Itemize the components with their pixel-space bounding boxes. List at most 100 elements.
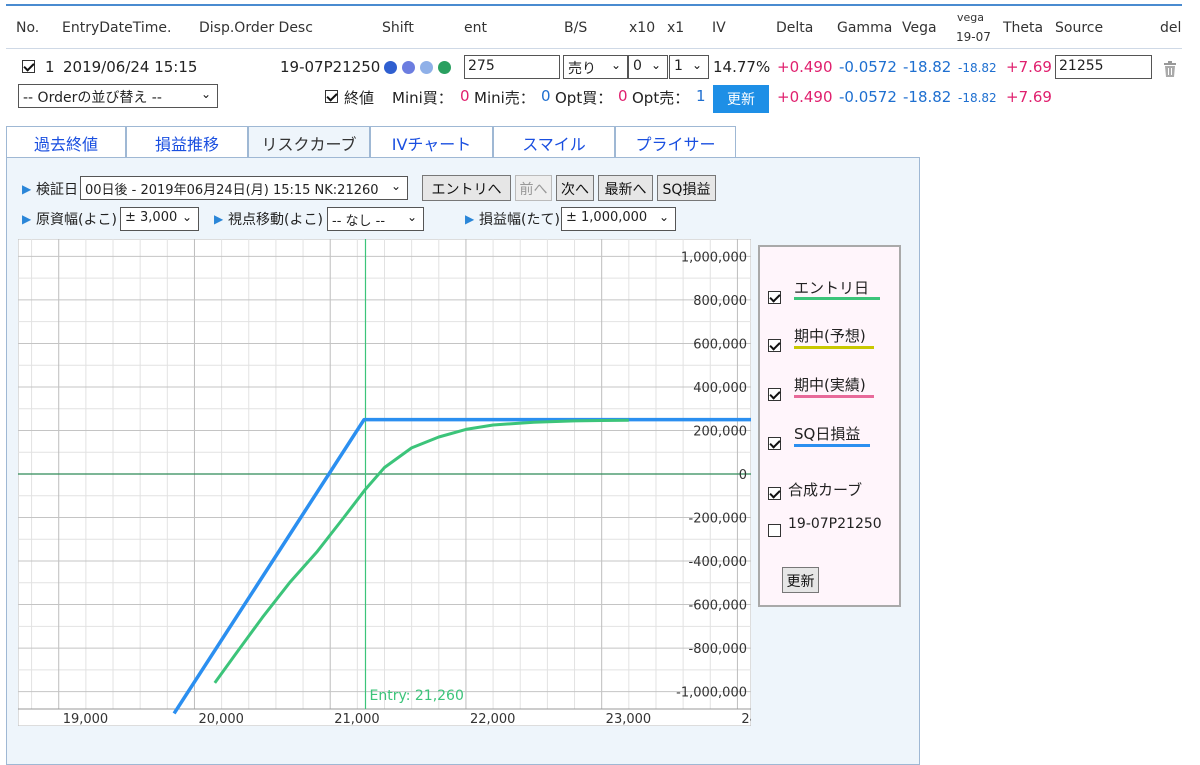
mini-buy-count: 0 xyxy=(460,87,470,105)
legend-composite-label: 合成カーブ xyxy=(788,481,863,499)
header-shift: Shift xyxy=(382,20,414,36)
trash-icon[interactable] xyxy=(1163,61,1176,77)
risk-curve-chart[interactable]: 1,000,000 800,000 600,000 400,000 200,000 0 -2… xyxy=(18,239,751,726)
chevron-down-icon: ⌄ xyxy=(181,210,192,224)
header-bs: B/S xyxy=(564,20,588,36)
mini-sell-count: 0 xyxy=(541,87,551,105)
tab-bar: 過去終値 損益推移 リスクカーブ IVチャート スマイル プライサー xyxy=(6,126,736,158)
verify-label: 検証日 xyxy=(36,182,78,198)
mini-sell-label: Mini売： xyxy=(474,89,535,107)
verify-date-select[interactable]: 00日後 - 2019年06月24日(月) 15:15 NK:21260 ⌄ xyxy=(80,176,408,200)
to-entry-button[interactable]: エントリへ xyxy=(422,175,511,201)
shift-reset-icon[interactable] xyxy=(420,61,433,74)
legend-sq-checkbox[interactable] xyxy=(768,437,781,450)
legend-option-label: 19-07P21250 xyxy=(788,516,882,532)
header-gamma: Gamma xyxy=(837,20,893,36)
header-desc: Disp.Order Desc xyxy=(199,20,313,36)
header-divider xyxy=(6,48,1182,49)
header-ent: ent xyxy=(464,20,487,36)
table-top-border xyxy=(6,4,1182,6)
y-tick-label: 800,000 xyxy=(693,294,747,309)
bs-value: 売り xyxy=(568,61,596,77)
row-vega-sub: -18.82 xyxy=(958,61,997,75)
legend-option-checkbox[interactable] xyxy=(768,524,781,537)
sum-vega-sub: -18.82 xyxy=(958,91,997,105)
x10-select[interactable]: 0 ⌄ xyxy=(628,55,668,79)
x-tick-label: 22,000 xyxy=(470,712,516,726)
order-sort-select[interactable]: -- Orderの並び替え -- ⌄ xyxy=(18,84,218,108)
chevron-down-icon: ⌄ xyxy=(406,210,417,224)
legend-update-button[interactable]: 更新 xyxy=(782,567,819,593)
legend-entry-checkbox[interactable] xyxy=(768,291,781,304)
sum-vega: -18.82 xyxy=(903,88,952,106)
underlying-range-value: ± 3,000 xyxy=(125,210,178,225)
legend-expected-checkbox[interactable] xyxy=(768,339,781,352)
bs-select[interactable]: 売り ⌄ xyxy=(563,55,628,79)
close-checkbox[interactable] xyxy=(325,90,338,103)
chevron-down-icon: ⌄ xyxy=(200,87,211,101)
shift-down-icon[interactable] xyxy=(402,61,415,74)
legend-composite-checkbox[interactable] xyxy=(768,487,781,500)
legend-expected-label: 期中(予想) xyxy=(794,327,866,345)
update-button[interactable]: 更新 xyxy=(713,85,769,113)
shift-up-icon[interactable] xyxy=(384,61,397,74)
header-x1: x1 xyxy=(667,20,685,36)
row-delta: +0.490 xyxy=(777,58,833,76)
y-tick-label: -1,000,000 xyxy=(676,686,747,701)
tab-smile[interactable]: スマイル xyxy=(493,126,615,157)
legend-entry-swatch xyxy=(794,297,880,300)
x10-value: 0 xyxy=(633,58,642,74)
tab-past-close[interactable]: 過去終値 xyxy=(6,126,126,157)
tab-pl-history[interactable]: 損益推移 xyxy=(126,126,248,157)
viewpoint-select[interactable]: -- なし -- ⌄ xyxy=(327,207,424,231)
x1-select[interactable]: 1 ⌄ xyxy=(669,55,709,79)
source-input[interactable]: 21255 xyxy=(1055,55,1152,79)
x-tick-label: 24,00 xyxy=(741,712,751,726)
header-vega-small: vega xyxy=(957,11,985,24)
pl-range-select[interactable]: ± 1,000,000 ⌄ xyxy=(561,207,676,231)
y-tick-label: -800,000 xyxy=(689,642,747,657)
prev-button[interactable]: 前へ xyxy=(515,175,552,201)
sq-pl-button[interactable]: SQ損益 xyxy=(657,175,716,201)
row-desc: 19-07P21250 xyxy=(280,58,381,76)
row-datetime: 2019/06/24 15:15 xyxy=(63,58,198,76)
entry-annotation: Entry: 21,260 xyxy=(369,688,463,704)
legend-sq-swatch xyxy=(794,444,870,447)
legend-actual-swatch xyxy=(794,395,874,398)
y-tick-label: 1,000,000 xyxy=(681,250,747,265)
underlying-range-select[interactable]: ± 3,000 ⌄ xyxy=(120,207,199,231)
viewpoint-arrow-icon: ▶ xyxy=(214,212,224,226)
legend-expected-swatch xyxy=(794,346,874,349)
x-tick-label: 20,000 xyxy=(198,712,244,726)
sum-delta: +0.490 xyxy=(777,88,833,106)
viewpoint-label: 視点移動(よこ) xyxy=(228,212,323,228)
order-sort-value: -- Orderの並び替え -- xyxy=(23,90,162,106)
row-select-checkbox[interactable] xyxy=(22,60,35,73)
x1-value: 1 xyxy=(674,58,683,74)
verify-date-value: 00日後 - 2019年06月24日(月) 15:15 NK:21260 xyxy=(85,183,379,198)
header-del: del xyxy=(1160,20,1182,36)
chevron-down-icon: ⌄ xyxy=(691,58,702,72)
tab-iv-chart[interactable]: IVチャート xyxy=(370,126,493,157)
y-tick-label: 400,000 xyxy=(693,381,747,396)
header-vega-month: 19-07 xyxy=(956,30,991,44)
header-x10: x10 xyxy=(629,20,656,36)
ent-input[interactable]: 275 xyxy=(464,55,560,79)
row-theta: +7.69 xyxy=(1006,58,1052,76)
row-no: 1 xyxy=(45,58,55,76)
x-tick-label: 21,000 xyxy=(334,712,380,726)
tab-pricer[interactable]: プライサー xyxy=(615,126,736,157)
x-tick-label: 19,000 xyxy=(63,712,109,726)
latest-button[interactable]: 最新へ xyxy=(598,175,653,201)
legend-actual-checkbox[interactable] xyxy=(768,388,781,401)
shift-next-icon[interactable] xyxy=(438,61,451,74)
header-no: No. xyxy=(16,20,40,36)
underlying-arrow-icon: ▶ xyxy=(22,212,32,226)
underlying-label: 原資幅(よこ) xyxy=(36,212,117,228)
next-button[interactable]: 次へ xyxy=(556,175,594,201)
opt-buy-count: 0 xyxy=(618,87,628,105)
row-vega: -18.82 xyxy=(903,58,952,76)
tab-risk-curve[interactable]: リスクカーブ xyxy=(248,126,370,157)
header-iv: IV xyxy=(712,20,726,36)
y-tick-label: -400,000 xyxy=(689,555,747,570)
